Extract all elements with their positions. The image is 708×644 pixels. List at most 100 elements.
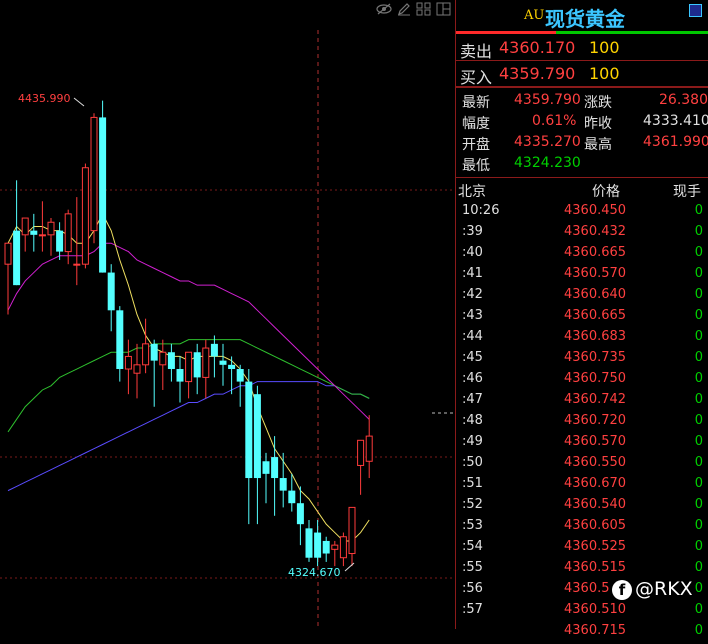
tick-row: :43 4360.665 0 <box>456 308 708 329</box>
sell-pressure-bar <box>456 31 556 34</box>
tick-time: :49 <box>462 434 483 449</box>
eye-icon[interactable] <box>376 2 392 16</box>
grid-icon[interactable] <box>416 2 432 16</box>
tick-row: :44 4360.683 0 <box>456 329 708 350</box>
tick-time: :57 <box>462 602 483 617</box>
col-volume: 现手 <box>673 184 701 200</box>
tick-volume: 0 <box>694 308 703 323</box>
watermark-text: @RKX <box>635 578 693 600</box>
tick-volume: 0 <box>694 518 703 533</box>
tick-price: 4360.540 <box>564 497 627 512</box>
symbol-name: 现货黄金 <box>545 7 625 31</box>
tick-time: :54 <box>462 539 483 554</box>
stat-change-value: 26.380 <box>659 92 708 108</box>
stat-amp-value: 0.61% <box>532 113 577 129</box>
candlestick-plot[interactable]: 4435.990 4324.670 <box>0 0 455 629</box>
tick-row: :57 4360.510 0 <box>456 602 708 623</box>
col-time: 北京 <box>458 184 486 200</box>
candle-body <box>30 230 38 235</box>
candle-body <box>73 263 81 266</box>
candle-body <box>331 544 339 550</box>
divider <box>456 177 708 178</box>
candle-body <box>21 217 29 236</box>
tick-volume: 0 <box>694 581 703 596</box>
tick-price: 4360.570 <box>564 434 627 449</box>
tick-row: :40 4360.665 0 <box>456 245 708 266</box>
candle-body <box>322 540 330 554</box>
candle-body <box>202 347 210 378</box>
tick-row: 4360.715 0 <box>456 623 708 644</box>
tick-time: :44 <box>462 329 483 344</box>
stat-low-label: 最低 <box>462 158 490 174</box>
tick-row: :45 4360.735 0 <box>456 350 708 371</box>
kline-chart[interactable]: 4435.990 4324.670 <box>0 0 455 629</box>
tick-price: 4360.640 <box>564 287 627 302</box>
low-price-label: 4324.670 <box>288 566 341 579</box>
tick-price: 4360.510 <box>564 602 627 617</box>
candle-body <box>176 369 184 382</box>
tick-volume: 0 <box>694 455 703 470</box>
tick-price: 4360.550 <box>564 455 627 470</box>
tick-price: 4360.720 <box>564 413 627 428</box>
tick-time: :52 <box>462 497 483 512</box>
buy-volume: 100 <box>589 64 620 83</box>
candle-body <box>150 343 158 361</box>
pencil-icon[interactable] <box>396 2 412 16</box>
candle-body <box>99 117 107 273</box>
candle-body <box>81 167 89 265</box>
tick-row: :46 4360.750 0 <box>456 371 708 392</box>
layout-icon[interactable] <box>436 2 452 16</box>
tick-time: :45 <box>462 350 483 365</box>
tick-time: :50 <box>462 455 483 470</box>
buy-pressure-bar <box>556 31 708 34</box>
candle-body <box>245 381 253 479</box>
tick-volume: 0 <box>694 224 703 239</box>
tick-row: :50 4360.550 0 <box>456 455 708 476</box>
candle-body <box>167 352 175 370</box>
quote-panel: AU 现货黄金 卖出 4360.170 100 买入 4359.790 100 … <box>455 0 708 638</box>
candle-body <box>305 528 313 558</box>
tick-row: :48 4360.720 0 <box>456 413 708 434</box>
candle-body <box>124 355 132 370</box>
tick-time: :41 <box>462 266 483 281</box>
candle-body <box>116 310 124 370</box>
candle-body <box>90 116 98 232</box>
candle-body <box>13 230 21 286</box>
candle-body <box>296 503 304 525</box>
tick-row: :49 4360.570 0 <box>456 434 708 455</box>
tick-price: 4360.450 <box>564 203 627 218</box>
candle-body <box>253 394 261 479</box>
tick-time: :48 <box>462 413 483 428</box>
stat-amp-label: 幅度 <box>462 116 490 132</box>
candle-body <box>219 360 227 365</box>
candle-body <box>271 457 279 479</box>
tick-volume: 0 <box>694 329 703 344</box>
expand-icon[interactable] <box>689 4 702 17</box>
tick-row: :41 4360.570 0 <box>456 266 708 287</box>
tick-volume: 0 <box>694 245 703 260</box>
sell-price: 4360.170 <box>499 38 576 57</box>
candle-body <box>47 221 55 236</box>
tick-row: :42 4360.640 0 <box>456 287 708 308</box>
stat-latest-value: 4359.790 <box>514 92 581 108</box>
stat-latest-label: 最新 <box>462 95 490 111</box>
tick-time: :40 <box>462 245 483 260</box>
low-arrow-icon <box>344 562 355 572</box>
symbol-code: AU <box>524 8 545 23</box>
tick-price: 4360.605 <box>564 518 627 533</box>
sell-volume: 100 <box>589 38 620 57</box>
candle-body <box>56 230 64 252</box>
col-price: 价格 <box>592 184 620 200</box>
candle-body <box>64 213 72 253</box>
candle-body <box>159 351 167 366</box>
tick-volume: 0 <box>694 539 703 554</box>
watermark: f @RKX <box>612 578 693 600</box>
stat-open-label: 开盘 <box>462 137 490 153</box>
tick-row: :51 4360.670 0 <box>456 476 708 497</box>
tick-row: :39 4360.432 0 <box>456 224 708 245</box>
tick-time: :43 <box>462 308 483 323</box>
tick-row: :53 4360.605 0 <box>456 518 708 539</box>
watermark-logo-icon: f <box>612 579 632 600</box>
tick-price: 4360.525 <box>564 539 627 554</box>
candle-body <box>236 369 244 382</box>
